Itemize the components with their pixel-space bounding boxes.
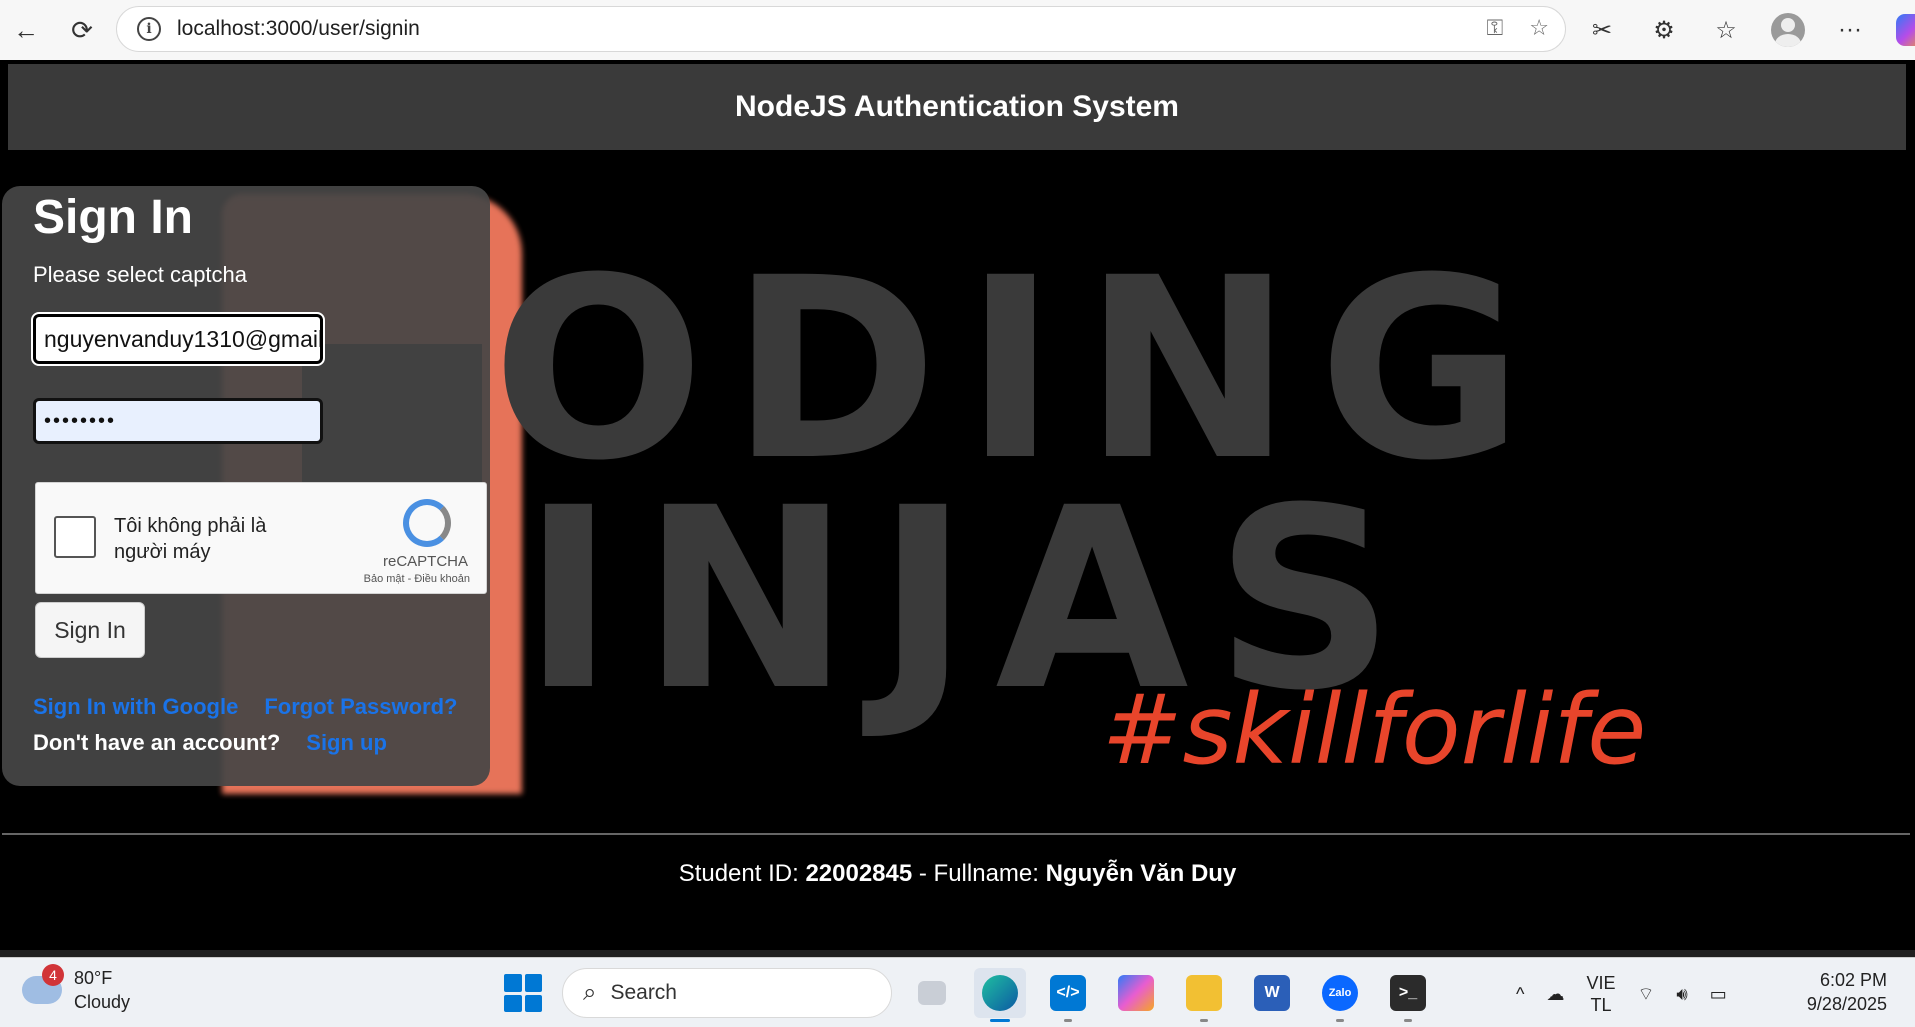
captcha-label: Tôi không phải là người máy	[114, 515, 267, 563]
hero-tagline: #skillforlife	[1102, 674, 1647, 786]
info-icon[interactable]: i	[137, 17, 161, 41]
search-icon: ⌕	[583, 979, 597, 1006]
recaptcha-brand: reCAPTCHA	[382, 553, 468, 570]
task-view-icon[interactable]	[906, 968, 958, 1018]
footer-divider	[2, 833, 1910, 835]
captcha-checkbox[interactable]	[54, 516, 96, 558]
forgot-password-link[interactable]: Forgot Password?	[264, 694, 457, 720]
puzzle-icon[interactable]: ⚙	[1642, 8, 1686, 52]
more-menu-icon[interactable]: ···	[1828, 8, 1872, 52]
weather-widget[interactable]: 4 80°F Cloudy	[22, 964, 131, 1014]
system-clock[interactable]: 6:02 PM 9/28/2025	[1807, 968, 1887, 1016]
edge-icon[interactable]	[974, 968, 1026, 1022]
email-field[interactable]: nguyenvanduy1310@gmail.com	[31, 312, 325, 366]
password-field[interactable]: ••••••••	[33, 398, 323, 444]
no-account-text: Don't have an account?	[33, 730, 281, 755]
lang-code: VIE	[1586, 973, 1616, 993]
cloud-icon: 4	[22, 964, 64, 1004]
signin-card: Sign In Please select captcha nguyenvand…	[2, 186, 490, 786]
copilot-button[interactable]	[1890, 8, 1915, 52]
windows-taskbar: 4 80°F Cloudy ⌕ Search </> W Zalo >_ ^ ☁…	[0, 957, 1915, 1027]
input-method: TL	[1590, 995, 1612, 1015]
weather-desc: Cloudy	[74, 992, 131, 1012]
copilot-icon	[1896, 14, 1915, 46]
battery-icon[interactable]: ▭	[1710, 984, 1727, 1005]
site-header: NodeJS Authentication System	[8, 64, 1906, 150]
back-icon[interactable]: ←	[6, 10, 46, 50]
language-indicator[interactable]: VIE TL	[1586, 972, 1615, 1016]
favorite-star-icon[interactable]: ☆	[1529, 15, 1549, 41]
recaptcha-terms[interactable]: Bảo mật - Điều khoản	[364, 573, 470, 585]
taskbar-apps: </> W Zalo >_	[906, 968, 1434, 1022]
zalo-icon[interactable]: Zalo	[1314, 968, 1366, 1022]
google-signin-link[interactable]: Sign In with Google	[33, 694, 238, 720]
wifi-icon[interactable]: ⌔	[1637, 983, 1654, 1006]
terminal-icon[interactable]: >_	[1382, 968, 1434, 1022]
volume-icon[interactable]: 🔊︎	[1676, 984, 1687, 1005]
taskbar-search[interactable]: ⌕ Search	[562, 968, 892, 1018]
vscode-icon[interactable]: </>	[1042, 968, 1094, 1022]
address-bar[interactable]: i localhost:3000/user/signin ⚿ ☆	[116, 6, 1566, 52]
signin-button[interactable]: Sign In	[35, 602, 145, 658]
file-explorer-icon[interactable]	[1178, 968, 1230, 1022]
student-id-value: 22002845	[805, 860, 913, 887]
clock-date: 9/28/2025	[1806, 994, 1887, 1014]
system-tray: ^ ☁ VIE TL ⌔ 🔊︎ ▭	[1516, 972, 1727, 1016]
start-button-icon[interactable]	[504, 974, 542, 1012]
fullname-value: Nguyễn Văn Duy	[1045, 860, 1237, 887]
search-placeholder: Search	[610, 981, 677, 1004]
copilot-app-icon[interactable]	[1110, 968, 1162, 1018]
signin-links: Sign In with Google Forgot Password? Don…	[33, 694, 457, 766]
user-avatar-icon	[1771, 13, 1805, 47]
profile-avatar[interactable]	[1766, 8, 1810, 52]
browser-toolbar: ← ⟳ i localhost:3000/user/signin ⚿ ☆ ✂ ⚙…	[0, 0, 1915, 60]
refresh-icon[interactable]: ⟳	[62, 10, 102, 50]
signup-link[interactable]: Sign up	[306, 730, 387, 756]
weather-badge: 4	[42, 964, 64, 986]
extension-tool-icon[interactable]: ✂	[1580, 8, 1624, 52]
favorites-icon[interactable]: ☆	[1704, 8, 1748, 52]
key-icon[interactable]: ⚿	[1487, 15, 1504, 41]
page-viewport: NodeJS Authentication System ODING INJAS…	[0, 60, 1915, 950]
page-footer: Student ID: 22002845 - Fullname: Nguyễn …	[0, 860, 1915, 888]
site-title: NodeJS Authentication System	[735, 90, 1179, 123]
recaptcha-widget: Tôi không phải là người máy reCAPTCHA Bả…	[35, 482, 487, 594]
word-icon[interactable]: W	[1246, 968, 1298, 1018]
student-id-label: Student ID:	[678, 860, 806, 887]
weather-temp: 80°F	[74, 968, 113, 988]
clock-time: 6:02 PM	[1819, 970, 1887, 990]
fullname-label: - Fullname:	[912, 860, 1046, 887]
chevron-up-icon[interactable]: ^	[1516, 984, 1524, 1005]
captcha-warning: Please select captcha	[33, 262, 248, 287]
recaptcha-logo-icon	[403, 499, 451, 547]
onedrive-icon[interactable]: ☁	[1546, 984, 1564, 1005]
signin-title: Sign In	[33, 191, 193, 244]
url-text[interactable]: localhost:3000/user/signin	[177, 17, 420, 41]
